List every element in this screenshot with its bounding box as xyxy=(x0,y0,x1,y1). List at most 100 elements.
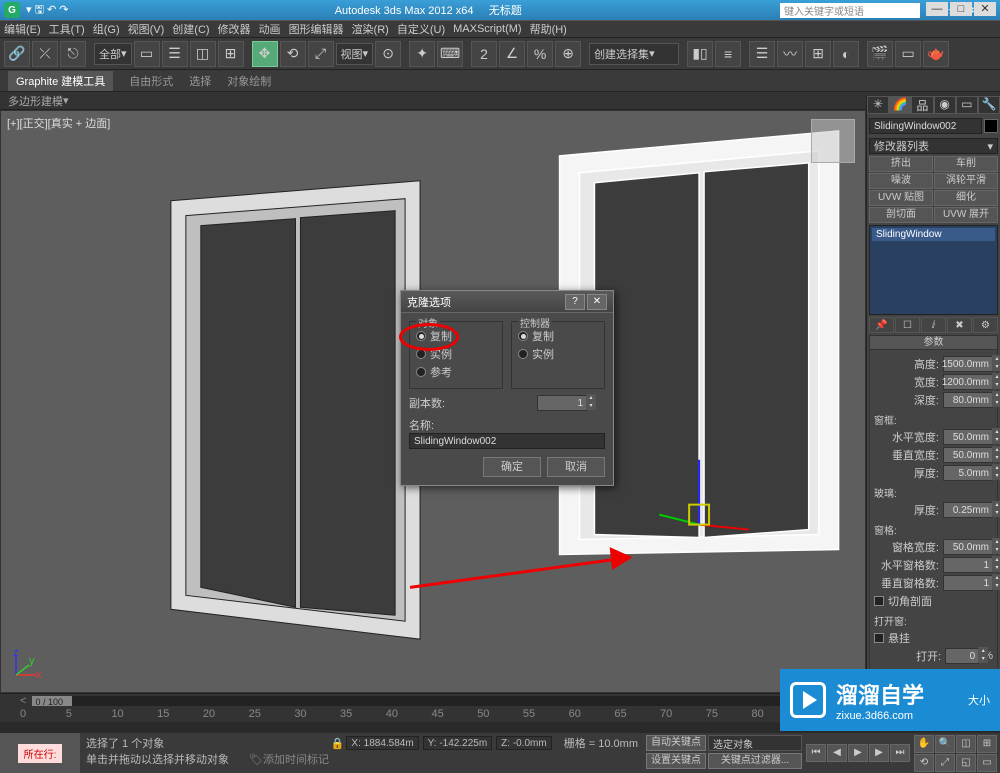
mod-tessellate[interactable]: 细化 xyxy=(934,190,998,206)
menu-rendering[interactable]: 渲染(R) xyxy=(352,21,389,37)
menu-modifiers[interactable]: 修改器 xyxy=(218,21,251,37)
ribbon-tab-selection[interactable]: 选择 xyxy=(189,73,211,89)
coord-x[interactable]: X: 1884.584m xyxy=(346,736,418,750)
width-spinner[interactable]: 1200.0mm xyxy=(943,374,993,390)
vframe-spinner[interactable]: 50.0mm xyxy=(943,447,993,463)
next-frame-icon[interactable]: ▶ xyxy=(869,744,889,762)
rwidth-spinner[interactable]: 50.0mm xyxy=(943,539,993,555)
stack-show-icon[interactable]: ☐ xyxy=(895,317,920,333)
menu-grapheditors[interactable]: 图形编辑器 xyxy=(289,21,344,37)
window-crossing-icon[interactable]: ⊞ xyxy=(218,41,244,67)
dialog-help-button[interactable]: ? xyxy=(565,294,585,310)
key-selset[interactable]: 选定对象 xyxy=(708,735,802,751)
material-icon[interactable]: ◐ xyxy=(833,41,859,67)
app-icon[interactable]: G xyxy=(4,2,20,18)
select-name-icon[interactable]: ☰ xyxy=(162,41,188,67)
cancel-button[interactable]: 取消 xyxy=(547,457,605,477)
add-time-tag[interactable]: 添加时间标记 xyxy=(263,751,329,767)
render-setup-icon[interactable]: 🎬 xyxy=(867,41,893,67)
max-toggle-icon[interactable]: ◱ xyxy=(956,754,976,772)
object-color-swatch[interactable] xyxy=(984,119,998,133)
stack-remove-icon[interactable]: ✖ xyxy=(947,317,972,333)
menu-maxscript[interactable]: MAXScript(M) xyxy=(453,23,521,35)
mirror-icon[interactable]: ▮▯ xyxy=(687,41,713,67)
mod-slice[interactable]: 剖切面 xyxy=(869,207,933,223)
stack-base[interactable]: SlidingWindow xyxy=(872,228,995,241)
height-spinner[interactable]: 1500.0mm xyxy=(943,356,993,372)
gthick-spinner[interactable]: 0.25mm xyxy=(943,502,993,518)
mod-turbosmooth[interactable]: 涡轮平滑 xyxy=(934,173,998,189)
layers-icon[interactable]: ☰ xyxy=(749,41,775,67)
snap-spinner-icon[interactable]: ⊕ xyxy=(555,41,581,67)
ctrl-radio-copy[interactable]: 复制 xyxy=(518,328,598,344)
viewport-label[interactable]: [+][正交][真实 + 边面] xyxy=(7,115,110,131)
move-icon[interactable]: ✥ xyxy=(252,41,278,67)
dialog-close-button[interactable]: ✕ xyxy=(587,294,607,310)
depth-spinner[interactable]: 80.0mm xyxy=(943,392,993,408)
ribbon-tab-paint[interactable]: 对象绘制 xyxy=(227,73,271,89)
coord-y[interactable]: Y: -142.225m xyxy=(423,736,492,750)
open-spinner[interactable]: 0 xyxy=(945,648,979,664)
radio-reference[interactable]: 参考 xyxy=(416,364,496,380)
named-sel-set[interactable]: 创建选择集 ▾ xyxy=(589,43,679,65)
menu-edit[interactable]: 编辑(E) xyxy=(4,21,41,37)
vpanels-spinner[interactable]: 1 xyxy=(943,575,993,591)
tab-hierarchy-icon[interactable]: 品 xyxy=(911,96,933,114)
setkey-button[interactable]: 设置关键点 xyxy=(646,753,706,769)
snap-percent-icon[interactable]: % xyxy=(527,41,553,67)
select-region-icon[interactable]: ◫ xyxy=(190,41,216,67)
help-search[interactable]: 键入关键字或短语 xyxy=(780,3,920,18)
zoom-all-icon[interactable]: ⊞ xyxy=(977,735,997,753)
tab-motion-icon[interactable]: ◉ xyxy=(934,96,956,114)
radio-instance[interactable]: 实例 xyxy=(416,346,496,362)
ribbon-tab-freeform[interactable]: 自由形式 xyxy=(129,73,173,89)
stack-config-icon[interactable]: ⚙ xyxy=(973,317,998,333)
fthick-spinner[interactable]: 5.0mm xyxy=(943,465,993,481)
object-name-field[interactable]: SlidingWindow002 xyxy=(869,118,982,134)
menu-animation[interactable]: 动画 xyxy=(259,21,281,37)
manip-icon[interactable]: ✦ xyxy=(409,41,435,67)
keyboard-icon[interactable]: ⌨ xyxy=(437,41,463,67)
chamfer-checkbox[interactable] xyxy=(874,596,884,606)
menu-tools[interactable]: 工具(T) xyxy=(49,21,85,37)
ok-button[interactable]: 确定 xyxy=(483,457,541,477)
mod-noise[interactable]: 噪波 xyxy=(869,173,933,189)
autokey-button[interactable]: 自动关键点 xyxy=(646,735,706,751)
close-button[interactable]: ✕ xyxy=(974,2,996,16)
time-handle[interactable]: 0 / 100 xyxy=(32,696,72,706)
goto-start-icon[interactable]: ⏮ xyxy=(806,744,826,762)
pivot-icon[interactable]: ⊙ xyxy=(375,41,401,67)
align-icon[interactable]: ≡ xyxy=(715,41,741,67)
stack-unique-icon[interactable]: ⅈ xyxy=(921,317,946,333)
mod-lathe[interactable]: 车削 xyxy=(934,156,998,172)
menu-help[interactable]: 帮助(H) xyxy=(530,21,567,37)
modifier-stack[interactable]: SlidingWindow xyxy=(869,225,998,315)
copies-spinner[interactable]: 1 xyxy=(537,395,587,411)
link-icon[interactable]: 🔗 xyxy=(4,41,30,67)
minimize-button[interactable]: — xyxy=(926,2,948,16)
snap-angle-icon[interactable]: ∠ xyxy=(499,41,525,67)
play-icon[interactable]: ▶ xyxy=(848,744,868,762)
unlink-icon[interactable]: ⤫ xyxy=(32,41,58,67)
menu-create[interactable]: 创建(C) xyxy=(172,21,209,37)
render-frame-icon[interactable]: ▭ xyxy=(895,41,921,67)
mod-unwrap[interactable]: UVW 展开 xyxy=(934,207,998,223)
curve-editor-icon[interactable]: 〰 xyxy=(777,41,803,67)
selection-filter[interactable]: 全部 ▾ xyxy=(94,43,132,65)
dialog-titlebar[interactable]: 克隆选项 ? ✕ xyxy=(401,291,613,313)
render-icon[interactable]: 🫖 xyxy=(923,41,949,67)
quick-access[interactable]: ▾ 🖫 ↶ ↷ xyxy=(26,1,69,20)
coord-z[interactable]: Z: -0.0mm xyxy=(496,736,552,750)
mod-uvwmap[interactable]: UVW 贴图 xyxy=(869,190,933,206)
rollout-params[interactable]: 参数 xyxy=(870,336,997,350)
tab-display-icon[interactable]: ▭ xyxy=(956,96,978,114)
ctrl-radio-instance[interactable]: 实例 xyxy=(518,346,598,362)
scale-icon[interactable]: ⤢ xyxy=(308,41,334,67)
modifier-list[interactable]: 修改器列表▾ xyxy=(869,138,998,154)
name-input[interactable]: SlidingWindow002 xyxy=(409,433,605,449)
region-zoom-icon[interactable]: ▭ xyxy=(977,754,997,772)
maxscript-listener[interactable]: 所在行: xyxy=(0,733,80,773)
rotate-icon[interactable]: ⟲ xyxy=(280,41,306,67)
goto-end-icon[interactable]: ⏭ xyxy=(890,744,910,762)
pan-icon[interactable]: ✋ xyxy=(914,735,934,753)
